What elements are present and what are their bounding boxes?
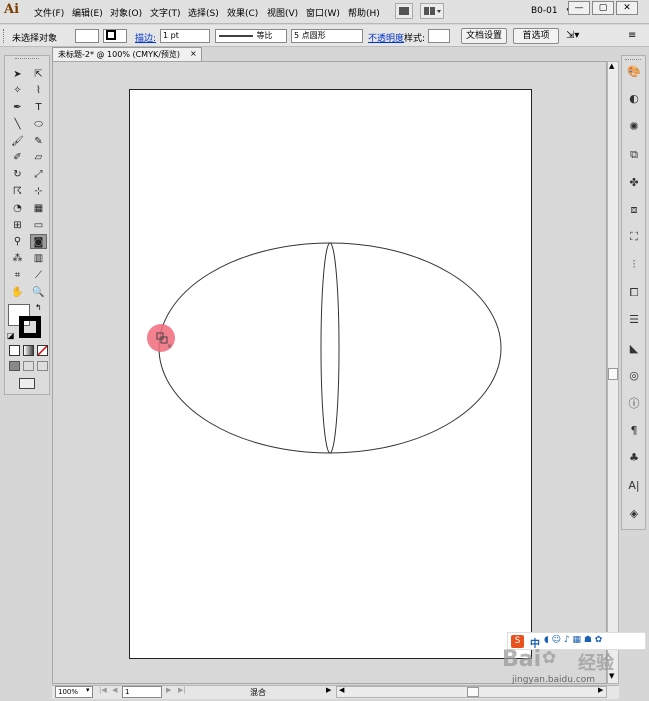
brushes-panel-icon[interactable]: ⧉ <box>624 146 644 164</box>
next-artboard-icon[interactable]: ▶ <box>166 686 171 694</box>
watermark-brand: Bai <box>502 647 542 672</box>
transform-panel-icon[interactable]: ⛶ <box>624 228 644 246</box>
character-panel-icon[interactable]: A| <box>624 477 644 495</box>
info-panel-icon[interactable]: ⓘ <box>624 395 644 413</box>
watermark-url: jingyan.baidu.com <box>512 675 596 685</box>
color-guide-panel-icon[interactable]: ◐ <box>624 90 644 108</box>
artboard-number-field[interactable]: 1 <box>122 686 162 698</box>
zoom-value: 100% <box>58 688 79 696</box>
baidu-watermark: Bai ✿ 经验 jingyan.baidu.com <box>500 645 646 695</box>
stroke-panel-icon[interactable]: ☰ <box>624 311 644 329</box>
scroll-up-icon[interactable]: ▲ <box>609 62 614 70</box>
ime-status-icons: ◖ ☺ ♪ ▦ ☗ ✿ <box>544 635 603 645</box>
last-artboard-icon[interactable]: ▶| <box>178 686 186 694</box>
gradient-panel-icon[interactable]: ◣ <box>624 340 644 358</box>
narrow-ellipse-path[interactable] <box>320 242 340 454</box>
status-menu-icon[interactable]: ▶ <box>326 686 331 694</box>
dock-grip[interactable] <box>625 59 641 62</box>
graphic-styles-panel-icon[interactable]: ⧈ <box>624 201 644 219</box>
previous-artboard-icon[interactable]: ◀ <box>112 686 117 694</box>
pathfinder-panel-icon[interactable]: ⧠ <box>624 284 644 302</box>
artwork-layer: × <box>147 242 502 454</box>
horizontal-scroll-thumb[interactable] <box>467 687 479 697</box>
large-ellipse-path[interactable] <box>158 242 502 454</box>
color-panel-icon[interactable]: 🎨 <box>624 63 644 81</box>
artboard-number: 1 <box>125 688 130 696</box>
layers-panel-icon[interactable]: ◈ <box>624 505 644 523</box>
scroll-left-icon[interactable]: ◀ <box>339 686 344 694</box>
align-panel-icon[interactable]: ⫶ <box>624 256 644 274</box>
symbols-panel-icon[interactable]: ✤ <box>624 174 644 192</box>
zoom-dropdown-icon[interactable]: ▾ <box>86 686 90 694</box>
swatches-panel-icon[interactable]: ✺ <box>624 118 644 136</box>
vertical-scroll-thumb[interactable] <box>608 368 618 380</box>
watermark-brand-2: 经验 <box>578 653 614 674</box>
appearance-panel-icon[interactable]: ◎ <box>624 367 644 385</box>
first-artboard-icon[interactable]: |◀ <box>99 686 107 694</box>
paragraph-panel-icon[interactable]: ¶ <box>624 422 644 440</box>
paw-icon: ✿ <box>542 648 557 668</box>
status-mode-label: 混合 <box>250 688 266 697</box>
svg-text:×: × <box>167 343 172 350</box>
symbols-club-icon[interactable]: ♣ <box>624 449 644 467</box>
